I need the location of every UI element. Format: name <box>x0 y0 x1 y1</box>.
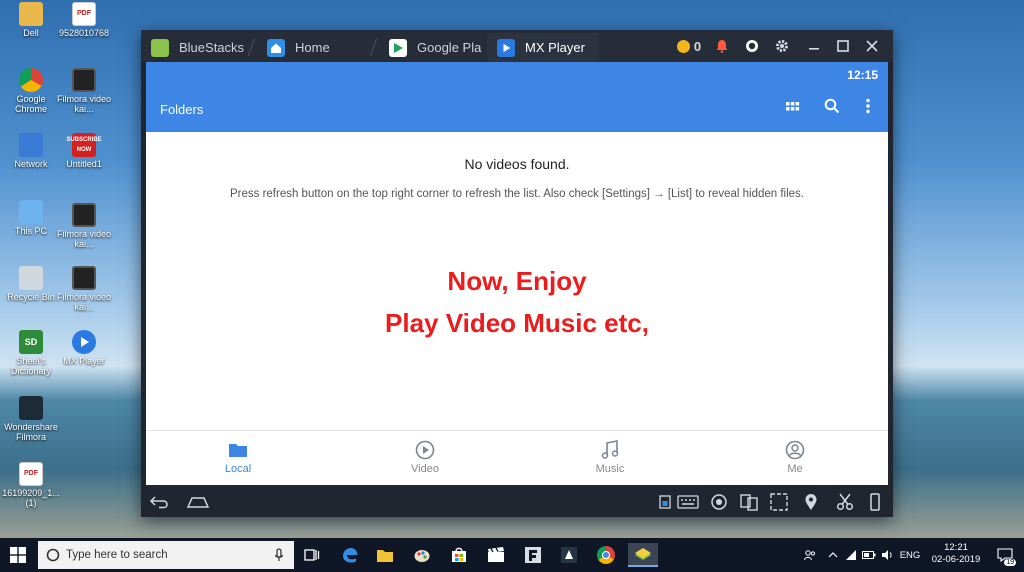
edge-browser-icon[interactable] <box>338 543 362 567</box>
folder-icon <box>19 2 43 26</box>
notification-count-badge: 19 <box>1004 559 1016 566</box>
home-icon <box>267 38 285 57</box>
file-explorer-icon[interactable] <box>373 543 397 567</box>
bottom-navigation: Local Video Music Me <box>146 430 888 485</box>
wifi-icon[interactable] <box>844 543 858 567</box>
profile-icon <box>750 439 840 461</box>
desktop-icon-wondershare-filmora[interactable]: Wondershare Filmora <box>0 396 62 442</box>
bluestacks-window: BlueStacks Home Google Pla MX Player 0 1… <box>141 30 893 517</box>
volume-icon[interactable] <box>880 543 894 567</box>
wondershare-filmora-icon[interactable] <box>557 543 581 567</box>
mx-player-header: 12:15 Folders <box>146 62 888 132</box>
tab-google-play[interactable]: Google Pla <box>379 33 483 62</box>
start-button[interactable] <box>6 543 30 567</box>
chrome-logo <box>597 546 615 564</box>
people-icon[interactable] <box>802 543 818 567</box>
location-pin-icon[interactable] <box>801 492 821 512</box>
system-tray: ENG 12:21 02-06-2019 19 <box>794 538 1024 572</box>
video-file-icon <box>72 68 96 92</box>
battery-icon[interactable] <box>862 543 876 567</box>
video-file-icon <box>72 203 96 227</box>
overlay-caption-line-2: Play Video Music etc, <box>385 308 649 338</box>
settings-gear-icon[interactable] <box>773 37 791 55</box>
grid-view-icon[interactable] <box>782 96 802 116</box>
filmora-icon <box>19 396 43 420</box>
keyboard-lock-icon[interactable] <box>655 492 675 512</box>
action-center-icon[interactable]: 19 <box>994 543 1016 567</box>
status-bar-time: 12:15 <box>847 68 878 82</box>
bluestacks-toolbar <box>141 487 893 517</box>
play-circle-icon <box>380 439 470 461</box>
tab-mx-player[interactable]: MX Player <box>487 33 599 62</box>
task-view-icon[interactable] <box>300 543 324 567</box>
filmora-icon[interactable] <box>521 543 545 567</box>
desktop-icon-pdf-9528010768[interactable]: PDF 9528010768 <box>53 2 115 38</box>
recycle-bin-icon <box>19 266 43 290</box>
chevron-up-icon[interactable] <box>826 543 840 567</box>
taskbar-search-input[interactable]: Type here to search <box>38 541 294 569</box>
empty-state-hint: Press refresh button on the top right co… <box>229 188 804 200</box>
back-icon[interactable] <box>149 492 169 512</box>
overlay-caption-line-1: Now, Enjoy <box>447 266 587 296</box>
store-icon[interactable] <box>447 543 471 567</box>
google-play-icon <box>389 38 407 57</box>
desktop-icon-filmora-2[interactable]: Filmora video kai... <box>53 203 115 249</box>
account-icon[interactable] <box>743 37 761 55</box>
coin-icon <box>676 39 690 53</box>
coins-counter[interactable]: 0 <box>673 37 705 55</box>
empty-state-title: No videos found. <box>464 156 570 172</box>
desktop-icon-pdf-16199209[interactable]: PDF 16199209_1... (1) <box>0 462 62 508</box>
computer-icon <box>19 200 43 224</box>
eye-icon[interactable] <box>709 492 729 512</box>
multi-instance-icon[interactable] <box>739 492 759 512</box>
music-note-icon <box>565 439 655 461</box>
tab-home[interactable]: Home <box>257 33 371 62</box>
scissors-icon[interactable] <box>835 492 855 512</box>
pdf-file-icon: PDF <box>19 462 43 486</box>
dictionary-icon: SD <box>19 330 43 354</box>
mx-player-icon <box>497 38 515 57</box>
desktop-icon-filmora-1[interactable]: Filmora video kai... <box>53 68 115 114</box>
chrome-icon <box>19 68 43 92</box>
desktop-icon-mx-player[interactable]: MX Player <box>53 330 115 366</box>
desktop-icon-filmora-3[interactable]: Filmora video kai... <box>53 266 115 312</box>
page-title: Folders <box>160 102 204 117</box>
nav-music[interactable]: Music <box>565 439 655 475</box>
nav-local[interactable]: Local <box>193 439 283 475</box>
movie-maker-icon[interactable] <box>484 543 508 567</box>
chrome-icon[interactable] <box>594 543 618 567</box>
bluestacks-logo-icon <box>151 38 169 57</box>
clock-date: 02-06-2019 <box>931 554 981 565</box>
clock-time: 12:21 <box>944 542 968 553</box>
home-icon[interactable] <box>185 492 211 512</box>
maximize-button[interactable] <box>834 37 852 55</box>
search-icon[interactable] <box>822 96 842 116</box>
nav-video[interactable]: Video <box>380 439 470 475</box>
overflow-menu-icon[interactable] <box>858 96 878 116</box>
desktop-icon-untitled1[interactable]: SUBSCRIBE NOW Untitled1 <box>53 133 115 169</box>
language-indicator[interactable]: ENG <box>898 543 922 567</box>
notification-bell-icon[interactable] <box>713 37 731 55</box>
mx-player-icon <box>72 330 96 354</box>
rotate-icon[interactable] <box>769 492 789 512</box>
minimize-button[interactable] <box>805 37 823 55</box>
bluestacks-titlebar: BlueStacks Home Google Pla MX Player 0 <box>141 30 893 62</box>
network-icon <box>19 133 43 157</box>
tab-bluestacks[interactable]: BlueStacks <box>141 33 249 62</box>
windows-taskbar: Type here to search ENG 12:21 02-06-2019… <box>0 538 1024 572</box>
search-icon <box>46 548 60 562</box>
clock[interactable]: 12:21 02-06-2019 <box>928 542 984 566</box>
video-file-icon <box>72 266 96 290</box>
folder-icon <box>193 439 283 461</box>
close-button[interactable] <box>863 37 881 55</box>
microphone-icon[interactable] <box>274 548 284 562</box>
bluestacks-taskbar-icon[interactable] <box>628 543 658 567</box>
paint-icon[interactable] <box>410 543 434 567</box>
subscribe-image-icon: SUBSCRIBE NOW <box>66 133 102 157</box>
pdf-file-icon: PDF <box>72 2 96 26</box>
keyboard-icon[interactable] <box>675 492 701 512</box>
phone-shake-icon[interactable] <box>865 492 885 512</box>
nav-me[interactable]: Me <box>750 439 840 475</box>
